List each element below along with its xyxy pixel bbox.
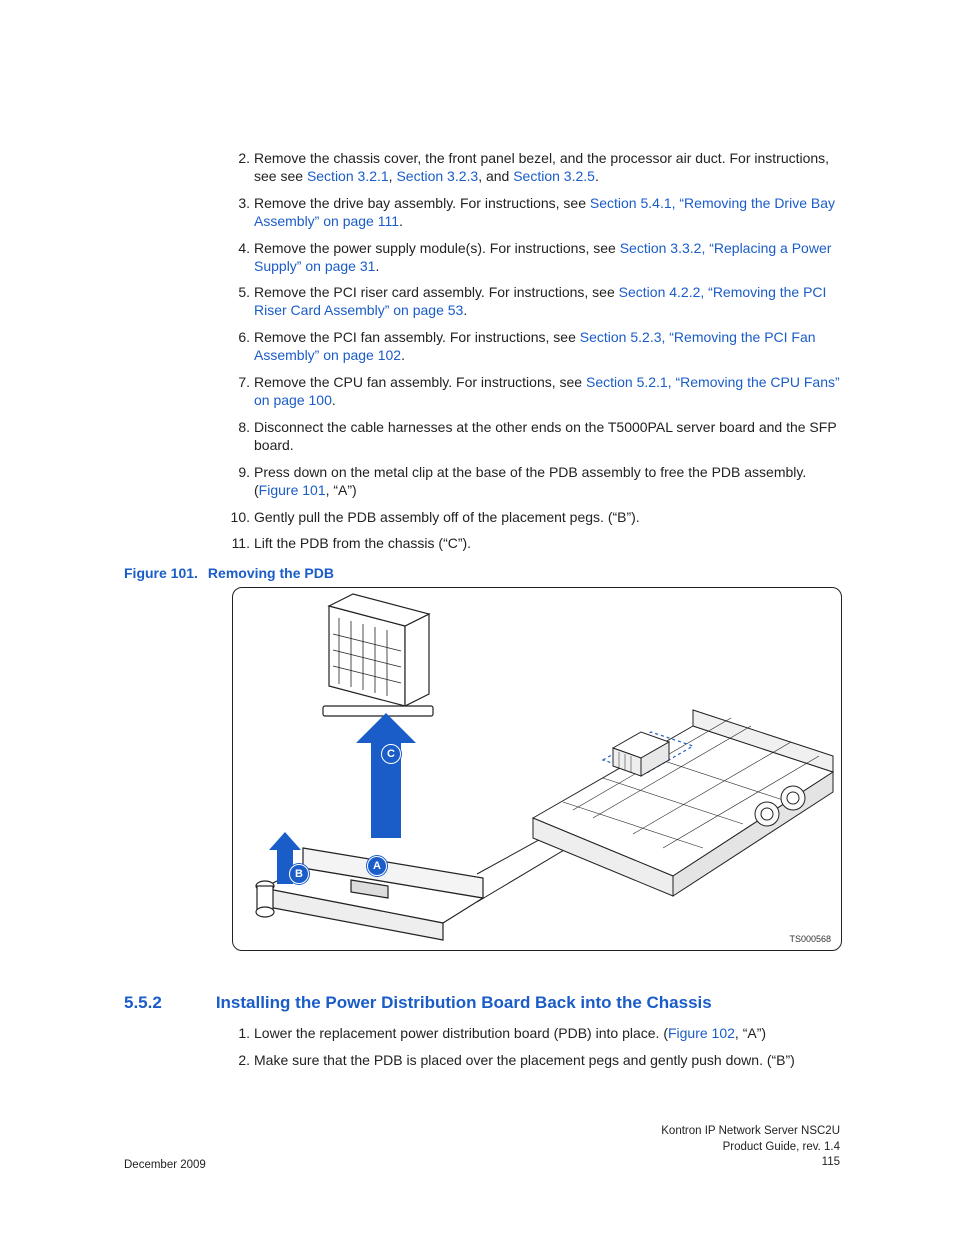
step: 2.Remove the chassis cover, the front pa… [124,150,844,186]
cross-ref-link[interactable]: Section 4.2.2, “Removing the PCI Riser C… [254,284,826,318]
step: 4.Remove the power supply module(s). For… [124,240,844,276]
cross-ref-link[interactable]: Section 3.2.1 [307,168,389,184]
step-text: Make sure that the PDB is placed over th… [254,1052,795,1068]
step-number: 10. [226,509,250,527]
cross-ref-link[interactable]: Section 5.2.3, “Removing the PCI Fan Ass… [254,329,816,363]
step: 10. Gently pull the PDB assembly off of … [124,509,844,527]
step-number: 2. [226,150,250,168]
step: 1.Lower the replacement power distributi… [124,1025,844,1043]
footer-date: December 2009 [124,1159,206,1171]
cross-ref-link[interactable]: Section 5.4.1, “Removing the Drive Bay A… [254,195,835,229]
step: 5.Remove the PCI riser card assembly. Fo… [124,284,844,320]
step-text: Lower the replacement power distribution… [254,1025,766,1041]
step: 6.Remove the PCI fan assembly. For instr… [124,329,844,365]
step-number: 4. [226,240,250,258]
step-text: Remove the power supply module(s). For i… [254,240,831,274]
step-number: 8. [226,419,250,437]
step-text: Gently pull the PDB assembly off of the … [254,509,640,525]
cross-ref-link[interactable]: Section 3.2.3 [396,168,478,184]
figure-101: C A B TS000568 [232,587,842,951]
step-number: 2. [226,1052,250,1070]
step-text: Lift the PDB from the chassis (“C”). [254,535,471,551]
step-number: 5. [226,284,250,302]
section-heading: 5.5.2 Installing the Power Distribution … [124,993,844,1013]
step-text: Remove the PCI riser card assembly. For … [254,284,826,318]
step-text: Remove the drive bay assembly. For instr… [254,195,835,229]
step: 7.Remove the CPU fan assembly. For instr… [124,374,844,410]
cross-ref-link[interactable]: Section 3.2.5 [513,168,595,184]
step-number: 7. [226,374,250,392]
cross-ref-link[interactable]: Figure 102 [668,1025,735,1041]
step-number: 9. [226,464,250,482]
step: 2.Make sure that the PDB is placed over … [124,1052,844,1070]
step: 3.Remove the drive bay assembly. For ins… [124,195,844,231]
step: 8.Disconnect the cable harnesses at the … [124,419,844,455]
step-text: Press down on the metal clip at the base… [254,464,806,498]
step-number: 1. [226,1025,250,1043]
section-number: 5.5.2 [124,993,162,1013]
step-text: Remove the CPU fan assembly. For instruc… [254,374,840,408]
step: 11.Lift the PDB from the chassis (“C”). [124,535,844,553]
step-text: Disconnect the cable harnesses at the ot… [254,419,836,453]
step-number: 6. [226,329,250,347]
section-title: Installing the Power Distribution Board … [216,993,712,1013]
procedure-steps: 2.Remove the chassis cover, the front pa… [124,150,844,553]
figure-illustration [233,588,841,950]
step-text: Remove the chassis cover, the front pane… [254,150,829,184]
page-content: 2.Remove the chassis cover, the front pa… [124,150,844,1079]
figure-id: TS000568 [789,934,831,944]
figure-caption: Figure 101. Removing the PDB [124,565,844,581]
step: 9.Press down on the metal clip at the ba… [124,464,844,500]
procedure-steps-2: 1.Lower the replacement power distributi… [124,1025,844,1070]
footer-product: Kontron IP Network Server NSC2U [661,1125,840,1137]
cross-ref-link[interactable]: Section 3.3.2, “Replacing a Power Supply… [254,240,831,274]
step-number: 11. [226,535,250,553]
step-text: Remove the PCI fan assembly. For instruc… [254,329,816,363]
cross-ref-link[interactable]: Section 5.2.1, “Removing the CPU Fans” o… [254,374,840,408]
cross-ref-link[interactable]: Figure 101 [259,482,326,498]
footer-guide: Product Guide, rev. 1.4 [723,1141,840,1153]
figure-title: Removing the PDB [208,565,334,581]
figure-label: Figure 101. [124,565,198,581]
footer-page: 115 [822,1156,840,1168]
step-number: 3. [226,195,250,213]
